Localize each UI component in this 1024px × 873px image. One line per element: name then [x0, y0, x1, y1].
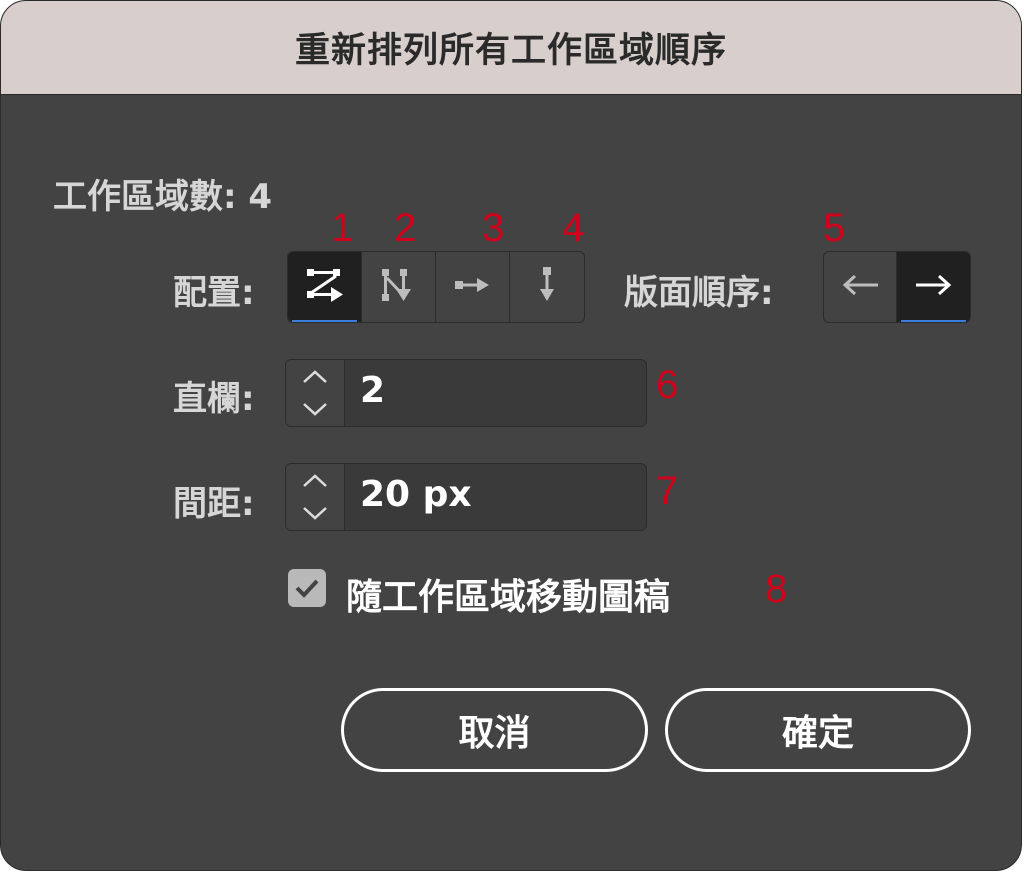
- spacing-label: 間距:: [173, 484, 255, 524]
- annotation-7: 7: [656, 469, 679, 513]
- annotation-2: 2: [394, 206, 417, 250]
- arrow-right-icon: [912, 270, 956, 304]
- annotation-3: 3: [482, 206, 505, 250]
- title-bar[interactable]: 重新排列所有工作區域順序: [1, 1, 1021, 95]
- columns-stepper: 2: [285, 359, 647, 427]
- dialog-title: 重新排列所有工作區域順序: [294, 31, 727, 71]
- chevron-up-icon[interactable]: [301, 368, 329, 386]
- annotation-8: 8: [765, 567, 788, 611]
- layout-arrange-by-row-button[interactable]: [436, 252, 510, 322]
- grid-by-column-icon: [377, 265, 421, 309]
- grid-by-row-icon: [303, 265, 347, 309]
- chevron-up-icon[interactable]: [301, 472, 329, 490]
- annotation-5: 5: [823, 206, 846, 250]
- move-artwork-checkbox[interactable]: [288, 569, 326, 607]
- checkmark-icon: [295, 579, 319, 598]
- arrange-by-row-icon: [451, 265, 495, 309]
- columns-stepper-arrows[interactable]: [286, 360, 345, 426]
- layout-arrange-by-column-button[interactable]: [510, 252, 584, 322]
- annotation-1: 1: [331, 206, 354, 250]
- columns-label: 直欄:: [173, 379, 255, 419]
- spacing-input[interactable]: 20 px: [360, 474, 472, 515]
- arrow-left-icon: [838, 270, 882, 304]
- artboard-count-label: 工作區域數: 4: [53, 177, 273, 217]
- ok-button[interactable]: 確定: [665, 688, 971, 772]
- layout-label: 配置:: [173, 273, 255, 313]
- annotation-6: 6: [656, 363, 679, 407]
- layout-grid-by-row-button[interactable]: [288, 252, 362, 322]
- rearrange-artboards-dialog: 重新排列所有工作區域順序 工作區域數: 4 1 2 3 4 5 配置: 版面順序…: [0, 0, 1022, 871]
- layout-segmented-control: [287, 251, 585, 323]
- layout-grid-by-column-button[interactable]: [362, 252, 436, 322]
- spacing-stepper-arrows[interactable]: [286, 464, 345, 530]
- annotation-4: 4: [562, 206, 585, 250]
- move-artwork-label[interactable]: 隨工作區域移動圖稿: [346, 568, 670, 620]
- arrange-by-column-icon: [527, 263, 567, 311]
- cancel-button[interactable]: 取消: [341, 688, 648, 772]
- chevron-down-icon[interactable]: [301, 400, 329, 418]
- page-order-label: 版面順序:: [624, 273, 774, 313]
- page-order-right-to-left-button[interactable]: [897, 252, 970, 322]
- chevron-down-icon[interactable]: [301, 504, 329, 522]
- page-order-left-to-right-button[interactable]: [824, 252, 897, 322]
- page-order-segmented-control: [823, 251, 971, 323]
- spacing-stepper: 20 px: [285, 463, 647, 531]
- columns-input[interactable]: 2: [360, 370, 385, 411]
